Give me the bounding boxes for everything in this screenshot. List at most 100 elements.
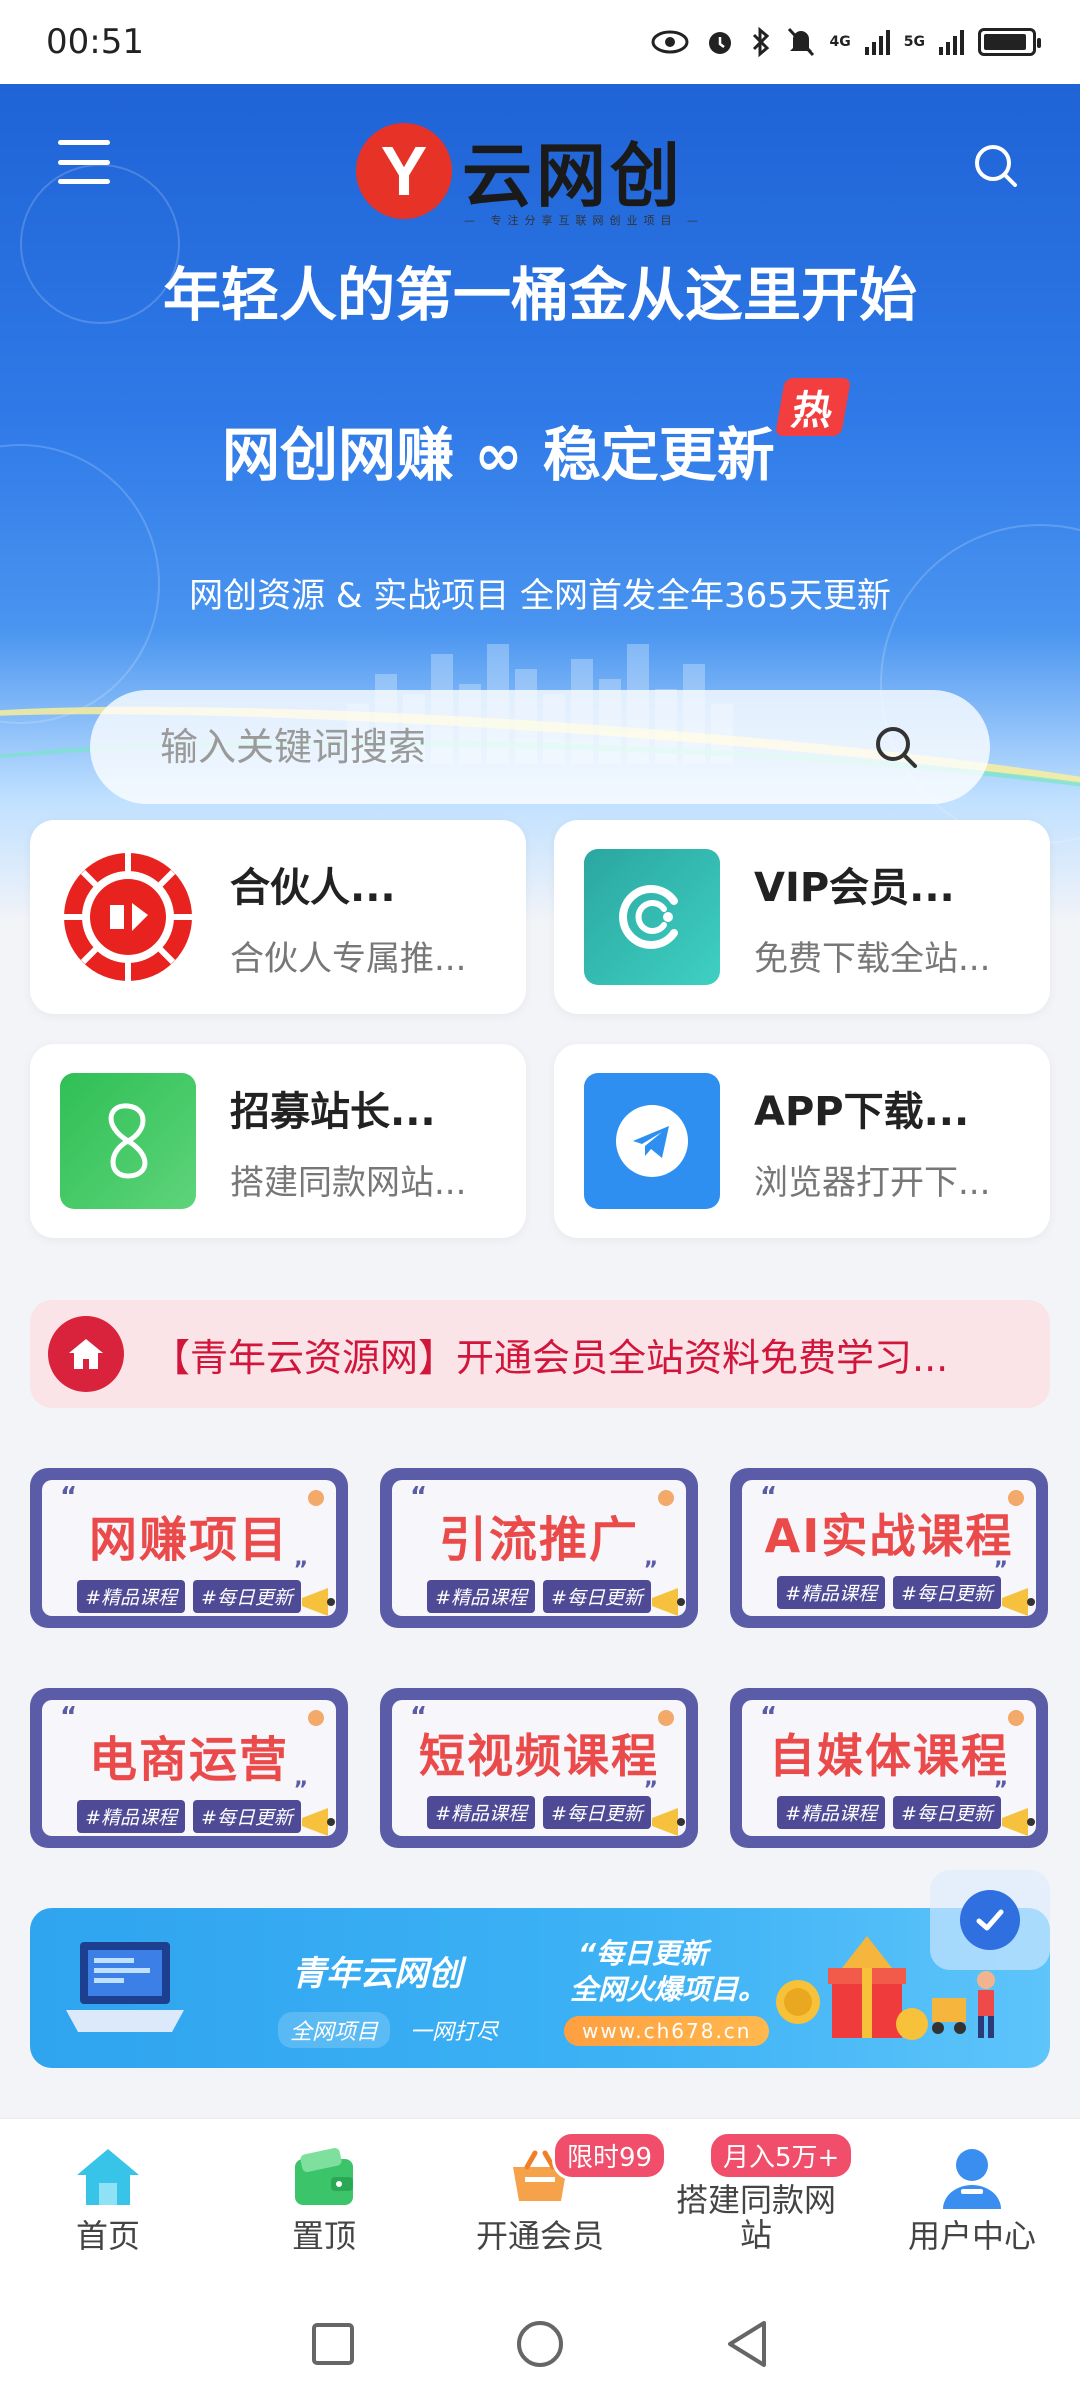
search-icon[interactable] [872,723,920,771]
promo-banner[interactable]: 青年云网创 全网项目 一网打尽 “每日更新 全网火爆项目。 www.ch678.… [30,1908,1050,2068]
nav-membership-badge: 限时99 [552,2131,668,2180]
category-tile[interactable]: “ AI实战课程 #精品课程 #每日更新 ” [730,1468,1048,1628]
megaphone-icon [652,1588,685,1616]
network-4g-label: 4G [829,34,851,50]
category-tile[interactable]: “ 网赚项目 #精品课程 #每日更新 ” [30,1468,348,1628]
category-tag: #每日更新 [543,1580,651,1613]
category-tag: #精品课程 [77,1580,185,1613]
wallet-icon [289,2143,359,2213]
partner-icon [60,849,196,985]
status-time: 00:51 [46,22,144,62]
user-icon [937,2143,1007,2213]
nav-build-site-label: 搭建同款网站 [676,2181,837,2255]
nav-home[interactable]: 首页 [8,2143,208,2254]
nav-user-center[interactable]: 用户中心 [872,2143,1072,2254]
alarm-icon [704,26,736,58]
signal-icon [864,29,890,55]
home-icon [73,2143,143,2213]
hero-subtitle: 网创资源 & 实战项目 全网首发全年365天更新 [189,576,891,616]
category-tag: #每日更新 [893,1576,1001,1609]
category-tile[interactable]: “ 自媒体课程 #精品课程 #每日更新 ” [730,1688,1048,1848]
megaphone-icon [302,1588,335,1616]
banner-url: www.ch678.cn [564,2016,770,2046]
battery-icon [978,28,1041,56]
banner-quote-2: 全网火爆项目。 [570,1973,767,2006]
category-label: 引流推广 [438,1512,639,1568]
banner-subtitle-2: 一网打尽 [410,2020,499,2045]
status-icons: 4G 5G [650,26,1041,58]
network-5g-label: 5G [903,34,925,50]
app-download-card[interactable]: APP下载... 浏览器打开下... [554,1044,1050,1238]
category-label: 自媒体课程 [769,1729,1009,1783]
notice-text: 【青年云资源网】开通会员全站资料免费学习... [152,1335,949,1380]
category-tile[interactable]: “ 电商运营 #精品课程 #每日更新 ” [30,1688,348,1848]
megaphone-icon [1002,1808,1035,1836]
vip-icon [584,849,720,985]
logo-mark: Y [356,122,452,219]
megaphone-icon [652,1808,685,1836]
system-nav-bar [0,2288,1080,2400]
nav-pinned-label: 置顶 [291,2217,356,2255]
check-icon [960,1890,1020,1950]
recent-apps-button[interactable] [303,2314,363,2374]
megaphone-icon [1002,1588,1035,1616]
banner-quote: “每日更新 [578,1937,709,1970]
search-input[interactable] [160,725,872,769]
laptop-illustration [66,1942,184,2032]
partner-card-desc: 合伙人专属推... [230,938,467,979]
category-tag: #每日更新 [543,1796,651,1829]
recruit-card-desc: 搭建同款网站... [230,1162,467,1203]
back-button[interactable] [717,2314,777,2374]
banner-title: 青年云网创 [292,1954,462,1994]
nav-pinned[interactable]: 置顶 [224,2143,424,2254]
home-button[interactable] [510,2314,570,2374]
menu-icon[interactable] [58,140,110,184]
status-bar: 00:51 4G 5G [0,0,1080,84]
bottom-nav: 首页 置顶 开通会员 限时99 搭建同款网站 月入5万+ 用户中心 [0,2118,1080,2288]
bluetooth-icon [750,26,772,58]
category-tag: #精品课程 [427,1580,535,1613]
signal-icon [939,29,964,55]
search-icon[interactable] [972,142,1018,188]
nav-user-center-label: 用户中心 [907,2217,1036,2255]
recruit-icon [60,1073,196,1209]
hero-headline: 年轻人的第一桶金从这里开始 [162,261,917,329]
nav-membership[interactable]: 开通会员 限时99 [440,2131,668,2255]
recruit-card-title: 招募站长... [230,1088,436,1135]
hot-badge: 热 [774,378,852,436]
recruit-card[interactable]: 招募站长... 搭建同款网站... [30,1044,526,1238]
category-tile[interactable]: “ 短视频课程 #精品课程 #每日更新 ” [380,1688,698,1848]
vip-card-title: VIP会员... [754,864,955,911]
eye-icon [650,29,690,55]
telegram-icon [584,1073,720,1209]
megaphone-icon [302,1808,335,1836]
category-tag: #精品课程 [77,1800,185,1833]
verified-badge[interactable] [930,1870,1050,1970]
category-label: 短视频课程 [419,1729,659,1783]
category-tile[interactable]: “ 引流推广 #精品课程 #每日更新 ” [380,1468,698,1628]
vip-card[interactable]: VIP会员... 免费下载全站... [554,820,1050,1014]
nav-build-site[interactable]: 搭建同款网站 月入5万+ [656,2131,856,2255]
hero-headline-secondary: 网创网赚 ∞ 稳定更新 [222,421,775,489]
nav-build-site-badge: 月入5万+ [708,2131,855,2180]
category-tag: #每日更新 [893,1796,1001,1829]
top-bar: Y 云网创 — 专注分享互联网创业项目 — [0,84,1080,244]
partner-card-title: 合伙人... [230,864,396,911]
nav-home-label: 首页 [75,2217,140,2255]
category-tag: #精品课程 [427,1796,535,1829]
category-tag: #精品课程 [777,1576,885,1609]
vip-card-desc: 免费下载全站... [754,938,991,979]
site-logo[interactable]: Y 云网创 — 专注分享互联网创业项目 — [356,120,698,227]
category-tag: #每日更新 [193,1800,301,1833]
category-label: 电商运营 [88,1732,289,1788]
notice-bar[interactable]: 【青年云资源网】开通会员全站资料免费学习... [30,1300,1050,1408]
category-tag: #精品课程 [777,1796,885,1829]
category-label: AI实战课程 [764,1509,1014,1563]
partner-card[interactable]: 合伙人... 合伙人专属推... [30,820,526,1014]
banner-subtitle: 全网项目 [278,2012,391,2048]
app-download-card-title: APP下载... [754,1088,970,1135]
app-download-card-desc: 浏览器打开下... [754,1162,991,1203]
category-tag: #每日更新 [193,1580,301,1613]
search-bar [90,690,990,804]
nav-membership-label: 开通会员 [475,2217,604,2255]
